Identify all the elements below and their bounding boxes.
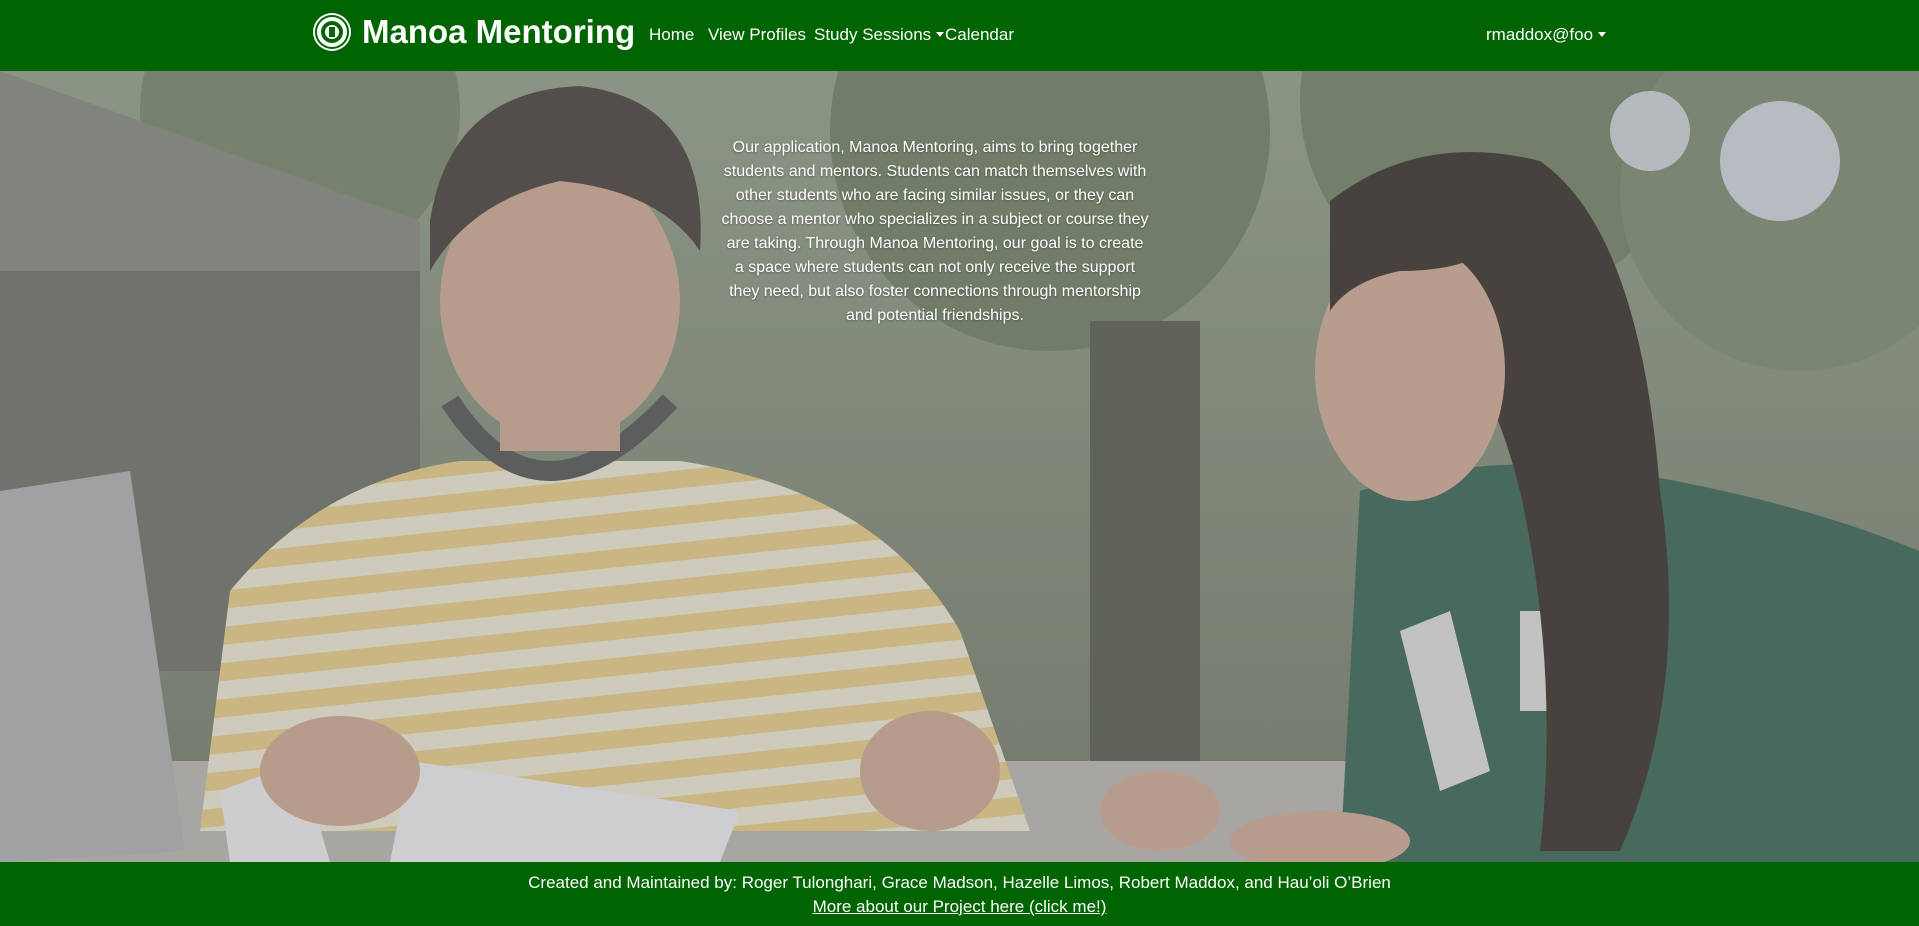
nav-calendar-link[interactable]: Calendar <box>945 24 1014 46</box>
caret-down-icon <box>1598 32 1607 37</box>
hero-description: Our application, Manoa Mentoring, aims t… <box>721 139 1149 324</box>
top-navbar: Manoa Mentoring Home View Profiles Study… <box>0 0 1919 71</box>
nav-view-profiles-link[interactable]: View Profiles <box>708 24 806 46</box>
uh-seal-icon[interactable] <box>312 12 352 52</box>
hero-section: Our application, Manoa Mentoring, aims t… <box>0 71 1919 862</box>
caret-down-icon <box>936 32 945 37</box>
footer: Created and Maintained by: Roger Tulongh… <box>0 862 1919 926</box>
nav-home-link[interactable]: Home <box>649 24 694 46</box>
footer-link-row: More about our Project here (click me!) <box>0 896 1919 918</box>
user-menu-dropdown[interactable]: rmaddox@foo <box>1486 24 1607 46</box>
user-email-label: rmaddox@foo <box>1486 25 1594 44</box>
project-info-link[interactable]: More about our Project here (click me!) <box>813 897 1107 916</box>
footer-credits: Created and Maintained by: Roger Tulongh… <box>528 873 1391 892</box>
nav-study-sessions-label: Study Sessions <box>814 25 932 44</box>
nav-study-sessions-dropdown[interactable]: Study Sessions <box>814 24 945 46</box>
brand-title[interactable]: Manoa Mentoring <box>362 12 635 52</box>
